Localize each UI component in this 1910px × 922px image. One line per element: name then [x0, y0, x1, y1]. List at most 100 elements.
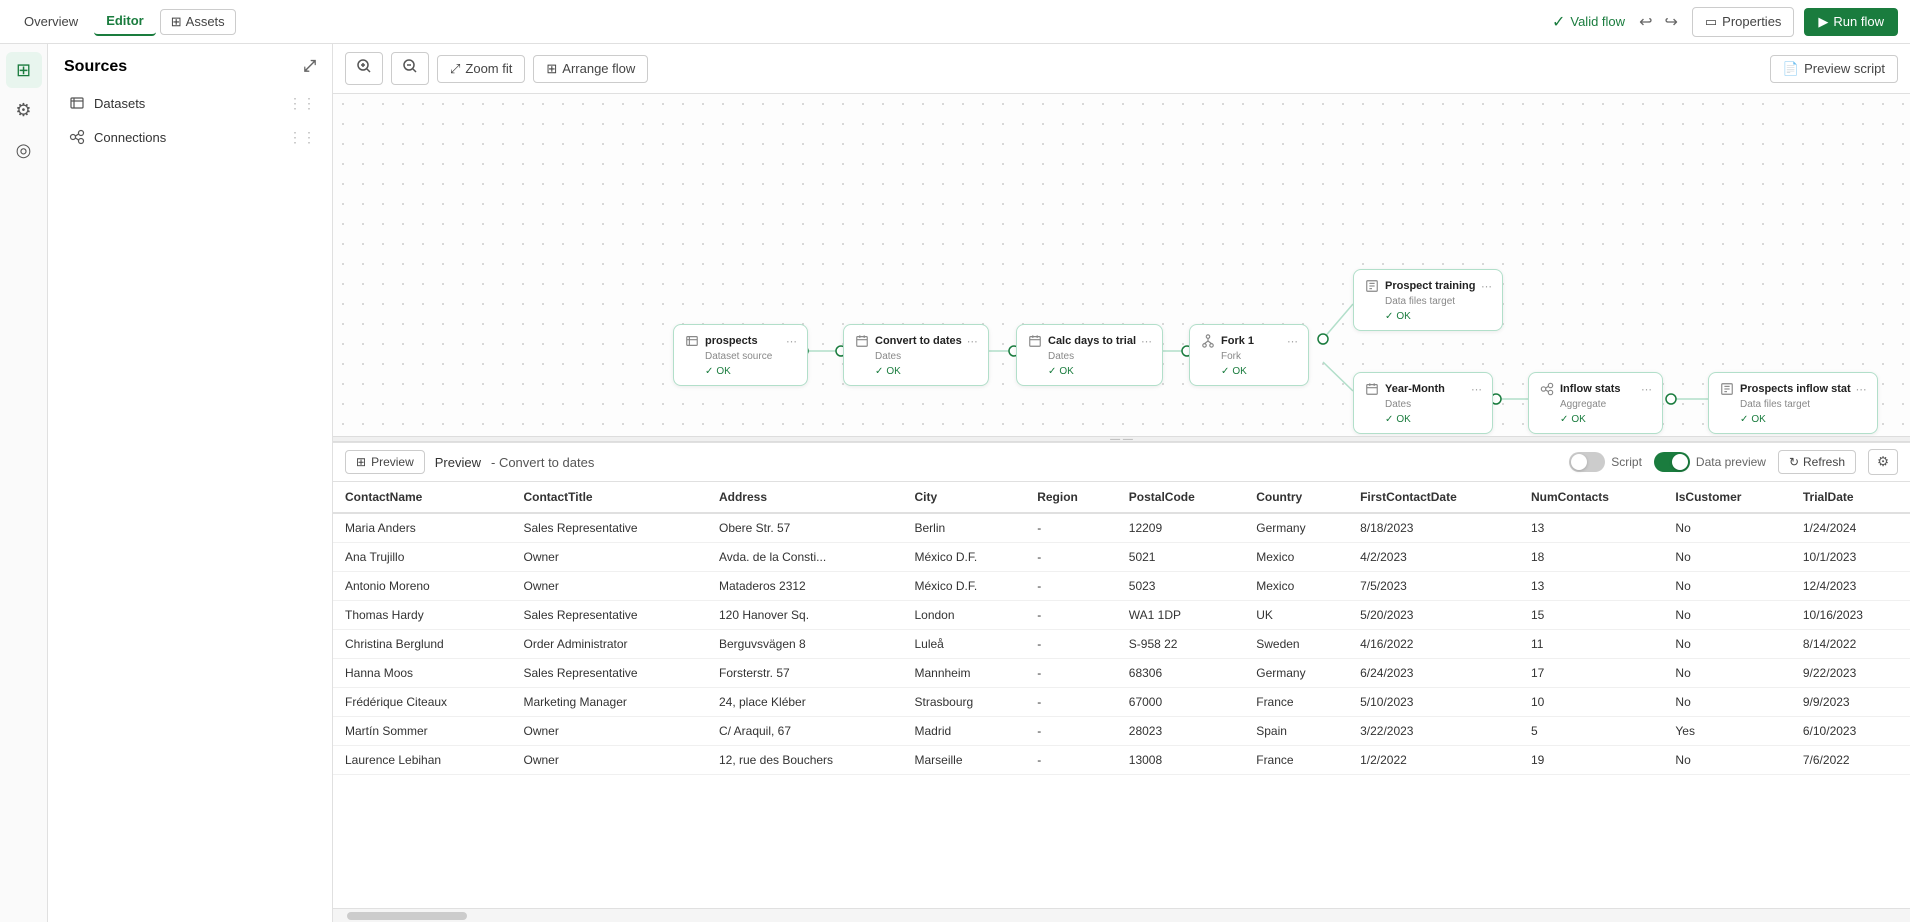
icon-bar-settings[interactable]: ⚙	[6, 92, 42, 128]
col-contact-name[interactable]: ContactName	[333, 482, 511, 513]
calc-days-node-menu[interactable]: ⋯	[1141, 335, 1152, 348]
flow-node-convert-to-dates[interactable]: Convert to dates ⋯ Dates ✓ OK	[843, 324, 989, 386]
table-cell: 12/4/2023	[1791, 572, 1910, 601]
prospects-node-subtitle: Dataset source	[684, 351, 797, 362]
flow-node-inflow-stats[interactable]: Inflow stats ⋯ Aggregate ✓ OK	[1528, 372, 1663, 434]
table-cell: Thomas Hardy	[333, 601, 511, 630]
sidebar-expand-icon[interactable]: ⤢	[303, 58, 316, 76]
year-month-node-menu[interactable]: ⋯	[1471, 383, 1482, 396]
flow-node-prospects-inflow-stat[interactable]: Prospects inflow stat ⋯ Data files targe…	[1708, 372, 1878, 434]
prospects-node-status: ✓ OK	[684, 366, 797, 377]
col-contact-title[interactable]: ContactTitle	[511, 482, 707, 513]
tab-editor[interactable]: Editor	[94, 7, 156, 36]
col-city[interactable]: City	[902, 482, 1025, 513]
fork1-node-menu[interactable]: ⋯	[1287, 335, 1298, 348]
zoom-in-button[interactable]	[345, 52, 383, 85]
canvas[interactable]: prospects ⋯ Dataset source ✓ OK Convert …	[333, 94, 1910, 436]
flow-node-prospect-training[interactable]: Prospect training ⋯ Data files target ✓ …	[1353, 269, 1503, 331]
flow-node-year-month[interactable]: Year-Month ⋯ Dates ✓ OK	[1353, 372, 1493, 434]
flow-node-calc-days[interactable]: Calc days to trial ⋯ Dates ✓ OK	[1016, 324, 1163, 386]
table-cell: Mexico	[1244, 543, 1348, 572]
table-cell: Mataderos 2312	[707, 572, 903, 601]
script-label: Script	[1611, 455, 1642, 469]
properties-button[interactable]: ▭ Properties	[1692, 7, 1795, 37]
flow-node-fork1[interactable]: Fork 1 ⋯ Fork ✓ OK	[1189, 324, 1309, 386]
table-header-row: ContactName ContactTitle Address City Re…	[333, 482, 1910, 513]
table-cell: 4/2/2023	[1348, 543, 1519, 572]
table-cell: Christina Berglund	[333, 630, 511, 659]
run-flow-button[interactable]: ▶ Run flow	[1804, 8, 1898, 36]
table-row: Hanna MoosSales RepresentativeForsterstr…	[333, 659, 1910, 688]
preview-toggle-button[interactable]: ⊞ Preview	[345, 450, 425, 474]
fork1-node-title: Fork 1	[1221, 335, 1282, 347]
data-table-container[interactable]: ContactName ContactTitle Address City Re…	[333, 482, 1910, 908]
table-cell: 7/6/2022	[1791, 746, 1910, 775]
table-cell: Owner	[511, 746, 707, 775]
prospects-inflow-stat-node-menu[interactable]: ⋯	[1856, 383, 1867, 396]
table-cell: 24, place Kléber	[707, 688, 903, 717]
table-cell: UK	[1244, 601, 1348, 630]
col-first-contact-date[interactable]: FirstContactDate	[1348, 482, 1519, 513]
preview-settings-button[interactable]: ⚙	[1868, 449, 1898, 475]
table-cell: 7/5/2023	[1348, 572, 1519, 601]
table-cell: 3/22/2023	[1348, 717, 1519, 746]
icon-bar-layout[interactable]: ⊞	[6, 52, 42, 88]
check-circle-icon: ✓	[1552, 12, 1565, 32]
arrange-flow-icon: ⊞	[546, 61, 557, 77]
table-cell: Frédérique Citeaux	[333, 688, 511, 717]
table-cell: 18	[1519, 543, 1663, 572]
table-cell: 5	[1519, 717, 1663, 746]
col-num-contacts[interactable]: NumContacts	[1519, 482, 1663, 513]
zoom-fit-button[interactable]: ⤢ Zoom fit	[437, 55, 525, 83]
tab-overview[interactable]: Overview	[12, 8, 90, 35]
calc-days-node-status: ✓ OK	[1027, 366, 1152, 377]
datafiles-icon	[1364, 278, 1380, 294]
script-toggle[interactable]	[1569, 452, 1605, 472]
table-cell: 13	[1519, 513, 1663, 543]
arrange-flow-button[interactable]: ⊞ Arrange flow	[533, 55, 648, 83]
refresh-button[interactable]: ↻ Refresh	[1778, 450, 1856, 474]
icon-bar-target[interactable]: ◎	[6, 132, 42, 168]
table-cell: Laurence Lebihan	[333, 746, 511, 775]
tab-assets[interactable]: ⊞ Assets	[160, 9, 236, 35]
col-country[interactable]: Country	[1244, 482, 1348, 513]
datasets-label: Datasets	[94, 96, 280, 111]
script-toggle-group: Script	[1569, 452, 1642, 472]
col-trial-date[interactable]: TrialDate	[1791, 482, 1910, 513]
prospect-training-node-subtitle: Data files target	[1364, 296, 1492, 307]
convert-dates-node-menu[interactable]: ⋯	[967, 335, 978, 348]
prospects-node-menu[interactable]: ⋯	[786, 335, 797, 348]
datasets-drag-icon: ⋮⋮	[288, 95, 316, 112]
prospects-inflow-stat-node-subtitle: Data files target	[1719, 399, 1867, 410]
table-cell: 13008	[1117, 746, 1244, 775]
table-cell: Germany	[1244, 659, 1348, 688]
sidebar-item-connections[interactable]: Connections ⋮⋮	[48, 120, 332, 154]
table-cell: Owner	[511, 572, 707, 601]
prospects-inflow-stat-node-status: ✓ OK	[1719, 414, 1867, 425]
undo-button[interactable]: ↩	[1635, 8, 1656, 36]
table-cell: 6/24/2023	[1348, 659, 1519, 688]
table-cell: Martín Sommer	[333, 717, 511, 746]
prospect-training-node-menu[interactable]: ⋯	[1481, 280, 1492, 293]
col-address[interactable]: Address	[707, 482, 903, 513]
data-preview-toggle[interactable]	[1654, 452, 1690, 472]
col-postal-code[interactable]: PostalCode	[1117, 482, 1244, 513]
redo-button[interactable]: ↪	[1660, 8, 1681, 36]
table-cell: S-958 22	[1117, 630, 1244, 659]
sidebar-item-datasets[interactable]: Datasets ⋮⋮	[48, 86, 332, 120]
table-cell: Avda. de la Consti...	[707, 543, 903, 572]
table-cell: Madrid	[902, 717, 1025, 746]
inflow-stats-node-title: Inflow stats	[1560, 383, 1636, 395]
preview-script-button[interactable]: 📄 Preview script	[1770, 55, 1898, 83]
table-cell: Yes	[1663, 717, 1790, 746]
col-region[interactable]: Region	[1025, 482, 1117, 513]
scroll-thumb[interactable]	[347, 912, 467, 920]
horizontal-scrollbar[interactable]	[333, 908, 1910, 922]
zoom-out-button[interactable]	[391, 52, 429, 85]
inflow-stats-node-menu[interactable]: ⋯	[1641, 383, 1652, 396]
col-is-customer[interactable]: IsCustomer	[1663, 482, 1790, 513]
table-cell: No	[1663, 746, 1790, 775]
table-cell: -	[1025, 659, 1117, 688]
table-cell: No	[1663, 543, 1790, 572]
flow-node-prospects[interactable]: prospects ⋯ Dataset source ✓ OK	[673, 324, 808, 386]
